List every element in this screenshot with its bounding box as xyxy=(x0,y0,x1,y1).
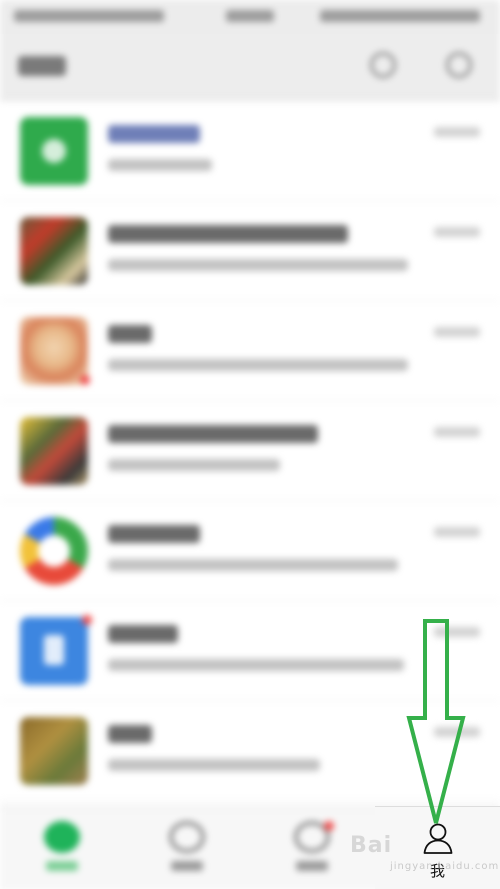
tab-discover-label xyxy=(296,861,328,871)
discover-badge xyxy=(324,821,334,831)
wechat-chats-screen: 我 Bai jingyan.baidu.com xyxy=(0,0,500,889)
unread-badge xyxy=(82,615,92,625)
chat-preview xyxy=(108,759,320,771)
chat-name xyxy=(108,125,200,143)
chat-time xyxy=(434,127,480,137)
chat-preview xyxy=(108,359,408,371)
tab-contacts[interactable] xyxy=(125,807,250,889)
nav-bar xyxy=(0,34,500,101)
tab-contacts-label xyxy=(171,861,203,871)
chat-preview xyxy=(108,259,408,271)
watermark: Bai jingyan.baidu.com xyxy=(350,833,500,883)
chat-item[interactable] xyxy=(0,301,500,401)
chat-item[interactable] xyxy=(0,401,500,501)
chat-name xyxy=(108,725,152,743)
chat-name xyxy=(108,225,348,243)
chat-name xyxy=(108,525,200,543)
unread-badge xyxy=(80,375,90,385)
chat-preview xyxy=(108,459,280,471)
chat-item[interactable] xyxy=(0,501,500,601)
chat-name xyxy=(108,325,152,343)
status-bar-time xyxy=(226,10,274,22)
avatar xyxy=(20,417,88,485)
chat-icon xyxy=(44,821,80,853)
tab-chats[interactable] xyxy=(0,807,125,889)
status-bar xyxy=(0,0,500,34)
chat-time xyxy=(434,527,480,537)
avatar xyxy=(20,317,88,385)
chat-name xyxy=(108,625,178,643)
avatar xyxy=(20,217,88,285)
chat-time xyxy=(434,427,480,437)
avatar xyxy=(20,617,88,685)
contacts-icon xyxy=(169,821,205,853)
chat-time xyxy=(434,227,480,237)
page-title xyxy=(18,56,66,76)
tab-chats-label xyxy=(46,861,78,871)
avatar xyxy=(20,717,88,785)
status-bar-indicators xyxy=(320,10,480,22)
chat-time xyxy=(434,327,480,337)
chat-preview xyxy=(108,559,398,571)
add-icon[interactable] xyxy=(446,52,472,78)
chat-preview xyxy=(108,659,404,671)
watermark-text: Bai xyxy=(350,833,393,858)
chat-name xyxy=(108,425,318,443)
chat-item[interactable] xyxy=(0,101,500,201)
search-icon[interactable] xyxy=(370,52,396,78)
status-bar-left xyxy=(14,10,164,22)
chat-preview xyxy=(108,159,212,171)
avatar xyxy=(20,517,88,585)
watermark-subtext: jingyan.baidu.com xyxy=(390,861,500,872)
down-arrow-annotation-icon xyxy=(406,619,466,824)
avatar xyxy=(20,117,88,185)
chat-item[interactable] xyxy=(0,201,500,301)
